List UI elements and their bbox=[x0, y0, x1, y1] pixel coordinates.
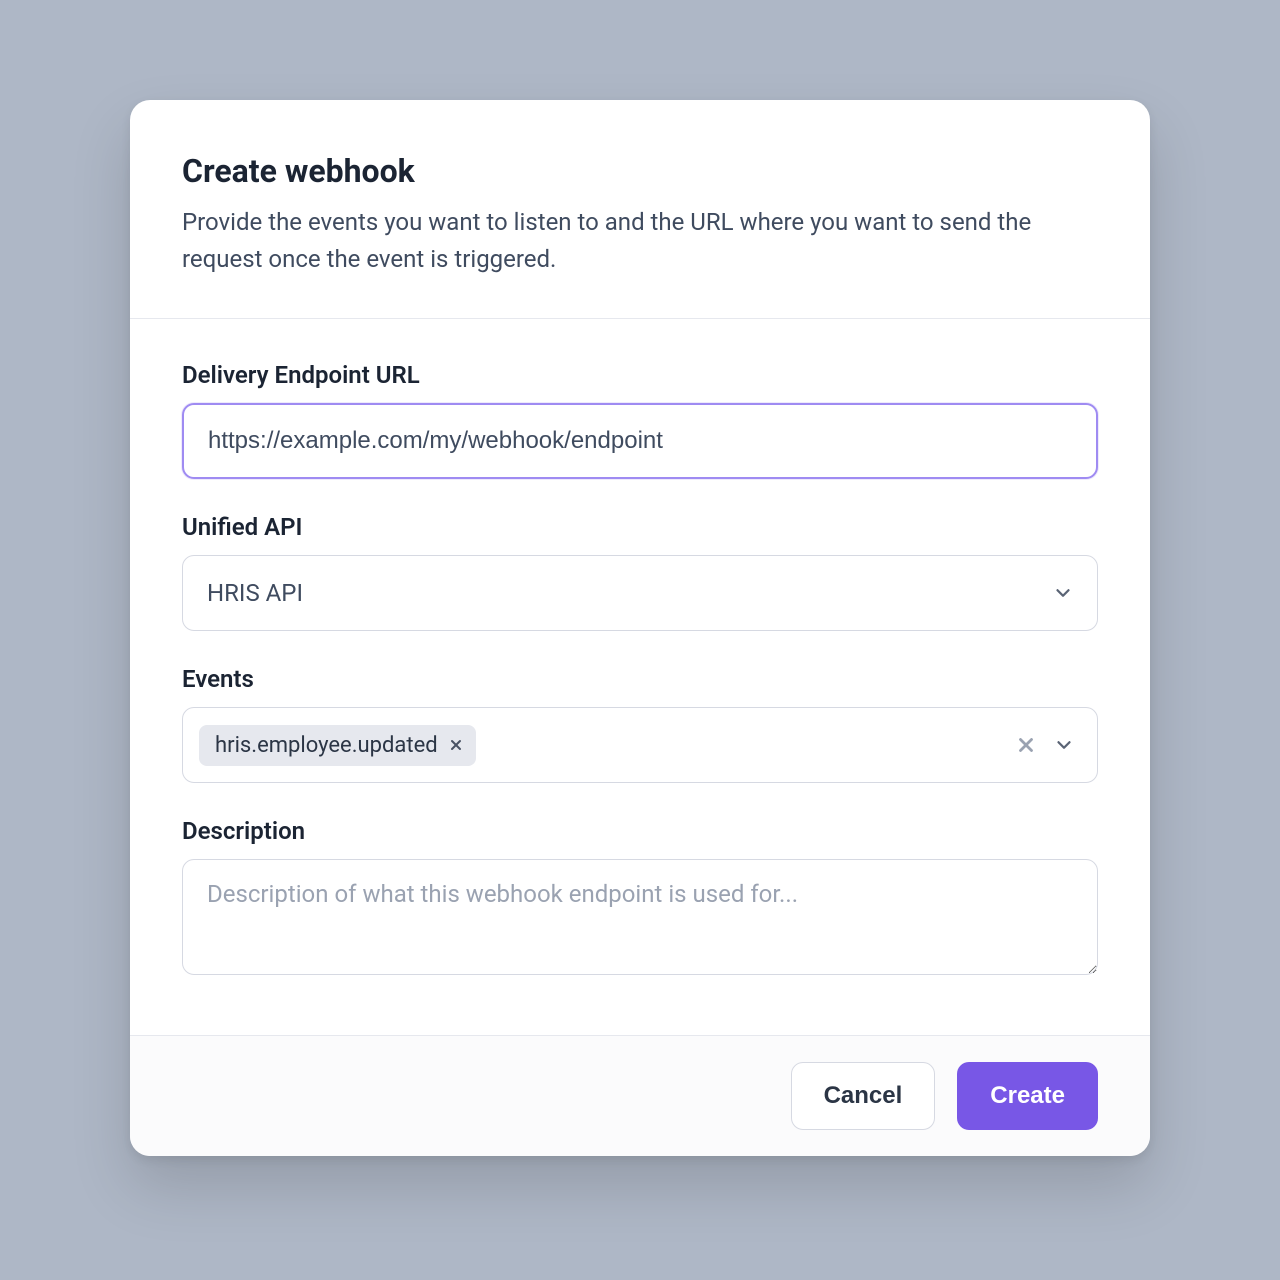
modal-title: Create webhook bbox=[182, 152, 1098, 190]
unified-api-select[interactable]: HRIS API bbox=[182, 555, 1098, 631]
create-button[interactable]: Create bbox=[957, 1062, 1098, 1130]
create-webhook-modal: Create webhook Provide the events you wa… bbox=[130, 100, 1150, 1156]
field-unified-api: Unified API HRIS API bbox=[182, 513, 1098, 631]
events-label: Events bbox=[182, 665, 1098, 693]
modal-body: Delivery Endpoint URL Unified API HRIS A… bbox=[130, 319, 1150, 1035]
description-label: Description bbox=[182, 817, 1098, 845]
chevron-down-icon[interactable] bbox=[1053, 734, 1075, 756]
modal-footer: Cancel Create bbox=[130, 1035, 1150, 1156]
description-textarea[interactable] bbox=[182, 859, 1098, 975]
event-tag-label: hris.employee.updated bbox=[215, 733, 438, 758]
field-description: Description bbox=[182, 817, 1098, 979]
field-endpoint: Delivery Endpoint URL bbox=[182, 361, 1098, 479]
modal-header: Create webhook Provide the events you wa… bbox=[130, 100, 1150, 319]
endpoint-input[interactable] bbox=[182, 403, 1098, 479]
clear-all-icon[interactable] bbox=[1015, 734, 1037, 756]
unified-api-label: Unified API bbox=[182, 513, 1098, 541]
endpoint-label: Delivery Endpoint URL bbox=[182, 361, 1098, 389]
remove-tag-icon[interactable] bbox=[448, 737, 464, 753]
event-tag: hris.employee.updated bbox=[199, 725, 476, 766]
unified-api-selected-value: HRIS API bbox=[207, 579, 303, 607]
unified-api-select-wrap: HRIS API bbox=[182, 555, 1098, 631]
field-events: Events hris.employee.updated bbox=[182, 665, 1098, 783]
events-multiselect[interactable]: hris.employee.updated bbox=[182, 707, 1098, 783]
modal-subtitle: Provide the events you want to listen to… bbox=[182, 204, 1098, 278]
cancel-button[interactable]: Cancel bbox=[791, 1062, 936, 1130]
